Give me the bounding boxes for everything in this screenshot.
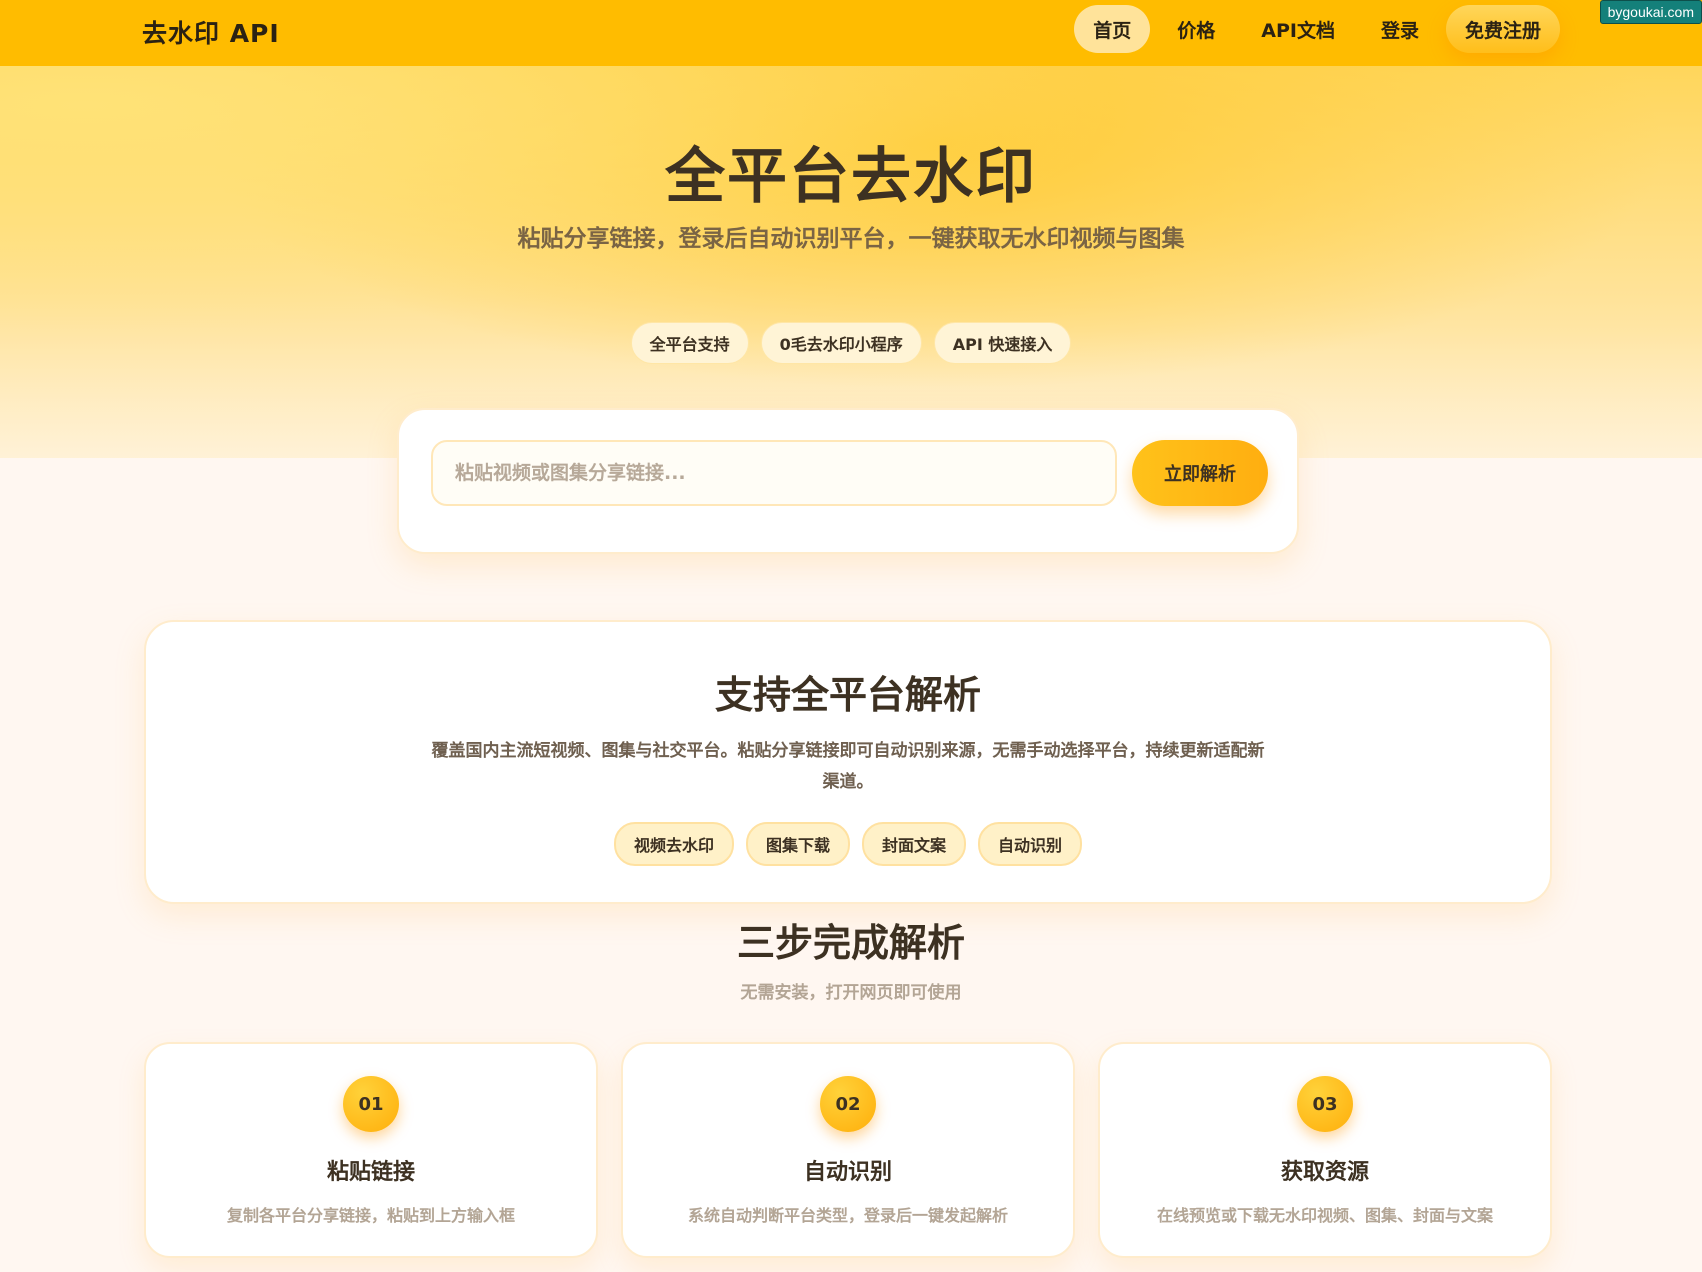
- hero-subtitle: 粘贴分享链接，登录后自动识别平台，一键获取无水印视频与图集: [517, 226, 1185, 252]
- step-card-1: 01 粘贴链接 复制各平台分享链接，粘贴到上方输入框: [144, 1042, 598, 1258]
- feature-chip: 图集下载: [745, 822, 850, 866]
- platform-card: 支持全平台解析 覆盖国内主流短视频、图集与社交平台。粘贴分享链接即可自动识别来源…: [144, 620, 1552, 904]
- link-input[interactable]: [431, 440, 1117, 506]
- search-card: 立即解析: [397, 408, 1299, 554]
- step-number-badge: 02: [820, 1076, 876, 1132]
- nav-home[interactable]: 首页: [1074, 5, 1151, 53]
- step-description: 在线预览或下载无水印视频、图集、封面与文案: [1156, 1206, 1493, 1225]
- parse-button[interactable]: 立即解析: [1132, 440, 1268, 506]
- feature-chip: 封面文案: [862, 822, 967, 866]
- hero-chips: 全平台支持 0毛去水印小程序 API 快速接入: [0, 322, 1702, 364]
- step-title: 自动识别: [803, 1160, 892, 1185]
- brand-logo[interactable]: 去水印 API: [142, 14, 280, 50]
- step-title: 粘贴链接: [326, 1160, 415, 1185]
- feature-chip: 视频去水印: [613, 822, 734, 866]
- corner-badge[interactable]: bygoukai.com: [1599, 0, 1702, 24]
- nav-pricing[interactable]: 价格: [1158, 5, 1234, 53]
- hero-chip: 全平台支持: [630, 322, 749, 364]
- steps-subtitle: 无需安装，打开网页即可使用: [740, 983, 962, 1003]
- step-number-badge: 01: [343, 1076, 399, 1132]
- nav-api-docs[interactable]: API文档: [1242, 5, 1354, 53]
- top-nav: 去水印 API 首页 价格 API文档 登录 免费注册 bygoukai.com: [0, 0, 1702, 66]
- hero-chip: API 快速接入: [933, 322, 1072, 364]
- platform-chips: 视频去水印 图集下载 封面文案 自动识别: [146, 822, 1550, 866]
- platform-title: 支持全平台解析: [714, 673, 981, 717]
- feature-chip: 自动识别: [978, 822, 1083, 866]
- hero-title: 全平台去水印: [665, 142, 1037, 212]
- step-description: 复制各平台分享链接，粘贴到上方输入框: [226, 1206, 515, 1225]
- nav-login[interactable]: 登录: [1362, 5, 1438, 53]
- nav-register-button[interactable]: 免费注册: [1445, 5, 1560, 53]
- platform-description: 覆盖国内主流短视频、图集与社交平台。粘贴分享链接即可自动识别来源，无需手动选择平…: [431, 741, 1265, 792]
- step-description: 系统自动判断平台类型，登录后一键发起解析: [687, 1206, 1008, 1225]
- step-number-badge: 03: [1297, 1076, 1353, 1132]
- hero-chip: 0毛去水印小程序: [760, 322, 922, 364]
- steps-title: 三步完成解析: [736, 921, 965, 965]
- step-card-2: 02 自动识别 系统自动判断平台类型，登录后一键发起解析: [621, 1042, 1075, 1258]
- nav-links: 首页 价格 API文档 登录 免费注册: [1074, 5, 1560, 53]
- step-card-3: 03 获取资源 在线预览或下载无水印视频、图集、封面与文案: [1098, 1042, 1552, 1258]
- step-title: 获取资源: [1280, 1160, 1369, 1185]
